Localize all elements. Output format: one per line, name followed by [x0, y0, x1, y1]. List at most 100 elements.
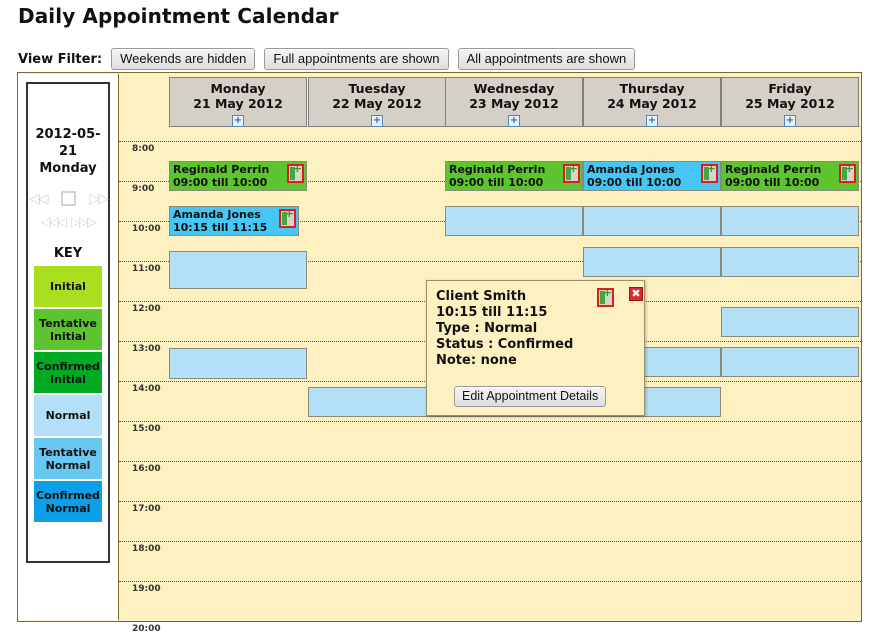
- hour-gridline: [119, 501, 861, 502]
- free-slot-block[interactable]: [445, 206, 583, 236]
- next-day-icon[interactable]: ▷▷: [90, 192, 109, 206]
- edit-appointment-details-button[interactable]: Edit Appointment Details: [454, 386, 607, 407]
- hour-gridline: [119, 581, 861, 582]
- calendar-sidebar: 2012-05-21 Monday ◁◁ ▷▷ ◁◁◁ ▷▷▷ KEY Init…: [18, 74, 119, 620]
- key-item-initial[interactable]: Initial: [34, 266, 102, 307]
- hour-label: 18:00: [132, 544, 161, 554]
- key-item-confirmed-initial[interactable]: Confirmed Initial: [34, 352, 102, 393]
- popup-details: Client Smith 10:15 till 11:15 Type : Nor…: [436, 289, 573, 369]
- hour-gridline: [119, 141, 861, 142]
- appointment-block[interactable]: Reginald Perrin 09:00 till 10:00: [721, 161, 859, 191]
- hour-gridline: [119, 461, 861, 462]
- free-slot-block[interactable]: [583, 206, 721, 236]
- free-slot-block[interactable]: [169, 251, 307, 289]
- popup-status: Status : Confirmed: [436, 337, 574, 352]
- sidebar-date: 2012-05-21: [35, 127, 101, 159]
- free-slot-block[interactable]: [721, 206, 859, 236]
- appointment-edit-icon[interactable]: [279, 209, 296, 228]
- add-appointment-icon[interactable]: +: [371, 115, 383, 127]
- day-header-friday[interactable]: Friday 25 May 2012 +: [721, 77, 859, 127]
- appointment-edit-icon[interactable]: [839, 164, 856, 183]
- appointment-client-name: Reginald Perrin: [725, 163, 822, 176]
- weekends-filter-button[interactable]: Weekends are hidden: [111, 48, 256, 70]
- appointment-text: Amanda Jones 09:00 till 10:00: [587, 163, 681, 189]
- appointment-client-name: Reginald Perrin: [449, 163, 546, 176]
- hour-label: 17:00: [132, 504, 161, 514]
- free-slot-block[interactable]: [169, 348, 307, 379]
- sidebar-panel: 2012-05-21 Monday ◁◁ ▷▷ ◁◁◁ ▷▷▷ KEY Init…: [26, 82, 110, 563]
- hour-label: 9:00: [132, 184, 155, 194]
- hour-label: 16:00: [132, 464, 161, 474]
- close-icon[interactable]: ✖: [629, 287, 643, 301]
- popup-client: Client Smith: [436, 289, 527, 304]
- day-header-weekday: Wednesday: [473, 81, 555, 96]
- day-header-tuesday[interactable]: Tuesday 22 May 2012 +: [308, 77, 446, 127]
- hour-label: 8:00: [132, 144, 155, 154]
- popup-type: Type : Normal: [436, 321, 538, 336]
- key-item-label: Tentative Initial: [39, 316, 97, 343]
- add-appointment-icon[interactable]: +: [646, 115, 658, 127]
- popup-time: 10:15 till 11:15: [436, 305, 548, 320]
- day-header-date: 25 May 2012: [745, 96, 835, 111]
- hour-gridline: [119, 621, 861, 622]
- key-title: KEY: [53, 246, 83, 261]
- next-week-icon[interactable]: ▷▷▷: [71, 216, 97, 230]
- key-item-normal[interactable]: Normal: [34, 395, 102, 436]
- appointment-block[interactable]: Reginald Perrin 09:00 till 10:00: [445, 161, 583, 191]
- appointment-block[interactable]: Reginald Perrin 09:00 till 10:00: [169, 161, 307, 191]
- calendar-page: Daily Appointment Calendar View Filter: …: [0, 0, 880, 639]
- day-header-weekday: Tuesday: [348, 81, 406, 96]
- day-header-wednesday[interactable]: Wednesday 23 May 2012 +: [445, 77, 583, 127]
- day-header-row: Monday 21 May 2012 + Tuesday 22 May 2012 + Wed…: [119, 73, 861, 130]
- prev-day-icon[interactable]: ◁◁: [29, 192, 48, 206]
- appointment-time-range: 09:00 till 10:00: [173, 176, 268, 189]
- add-appointment-icon[interactable]: +: [232, 115, 244, 127]
- calendar-grid: Monday 21 May 2012 + Tuesday 22 May 2012 + Wed…: [119, 73, 861, 634]
- day-header-thursday[interactable]: Thursday 24 May 2012 +: [583, 77, 721, 127]
- appointment-client-name: Amanda Jones: [587, 163, 675, 176]
- key-item-label: Confirmed Normal: [36, 488, 100, 515]
- appointment-edit-icon[interactable]: [701, 164, 718, 183]
- add-appointment-icon[interactable]: +: [784, 115, 796, 127]
- appointment-time-range: 09:00 till 10:00: [449, 176, 544, 189]
- key-item-confirmed-normal[interactable]: Confirmed Normal: [34, 481, 102, 522]
- appointment-client-name: Reginald Perrin: [173, 163, 270, 176]
- hour-label: 15:00: [132, 424, 161, 434]
- hour-label: 14:00: [132, 384, 161, 394]
- appointment-text: Reginald Perrin 09:00 till 10:00: [173, 163, 269, 189]
- hour-label: 19:00: [132, 584, 161, 594]
- day-header-date: 23 May 2012: [469, 96, 559, 111]
- appointment-text: Reginald Perrin 09:00 till 10:00: [449, 163, 545, 189]
- hour-label: 10:00: [132, 224, 161, 234]
- hour-gridline: [119, 541, 861, 542]
- key-item-label: Initial: [50, 280, 86, 293]
- page-title: Daily Appointment Calendar: [18, 4, 339, 28]
- appointment-time-range: 09:00 till 10:00: [725, 176, 820, 189]
- today-stop-icon[interactable]: [60, 191, 76, 206]
- free-slot-block[interactable]: [721, 347, 859, 377]
- key-item-tentative-initial[interactable]: Tentative Initial: [34, 309, 102, 350]
- appointment-block[interactable]: Amanda Jones 09:00 till 10:00: [583, 161, 721, 191]
- appointment-block[interactable]: Amanda Jones 10:15 till 11:15: [169, 206, 299, 236]
- key-item-label: Normal: [45, 409, 91, 422]
- full-appointments-filter-button[interactable]: Full appointments are shown: [264, 48, 449, 70]
- sidebar-nav-row: ◁◁ ▷▷: [28, 191, 109, 206]
- appointment-edit-icon[interactable]: [563, 164, 580, 183]
- sidebar-nav-row-fast: ◁◁◁ ▷▷▷: [28, 216, 108, 230]
- day-header-weekday: Thursday: [619, 81, 685, 96]
- prev-week-icon[interactable]: ◁◁◁: [41, 216, 67, 230]
- all-appointments-filter-button[interactable]: All appointments are shown: [457, 48, 636, 70]
- free-slot-block[interactable]: [721, 247, 859, 277]
- key-item-tentative-normal[interactable]: Tentative Normal: [34, 438, 102, 479]
- appointment-text: Amanda Jones 10:15 till 11:15: [173, 208, 267, 234]
- day-header-monday[interactable]: Monday 21 May 2012 +: [169, 77, 307, 127]
- free-slot-block[interactable]: [583, 247, 721, 277]
- add-appointment-icon[interactable]: +: [508, 115, 520, 127]
- free-slot-block[interactable]: [721, 307, 859, 337]
- appointment-edit-icon[interactable]: [597, 288, 614, 307]
- appointment-edit-icon[interactable]: [287, 164, 304, 183]
- hour-label: 12:00: [132, 304, 161, 314]
- view-filter-bar: View Filter: Weekends are hidden Full ap…: [18, 48, 636, 70]
- day-header-date: 24 May 2012: [607, 96, 697, 111]
- day-header-date: 22 May 2012: [332, 96, 422, 111]
